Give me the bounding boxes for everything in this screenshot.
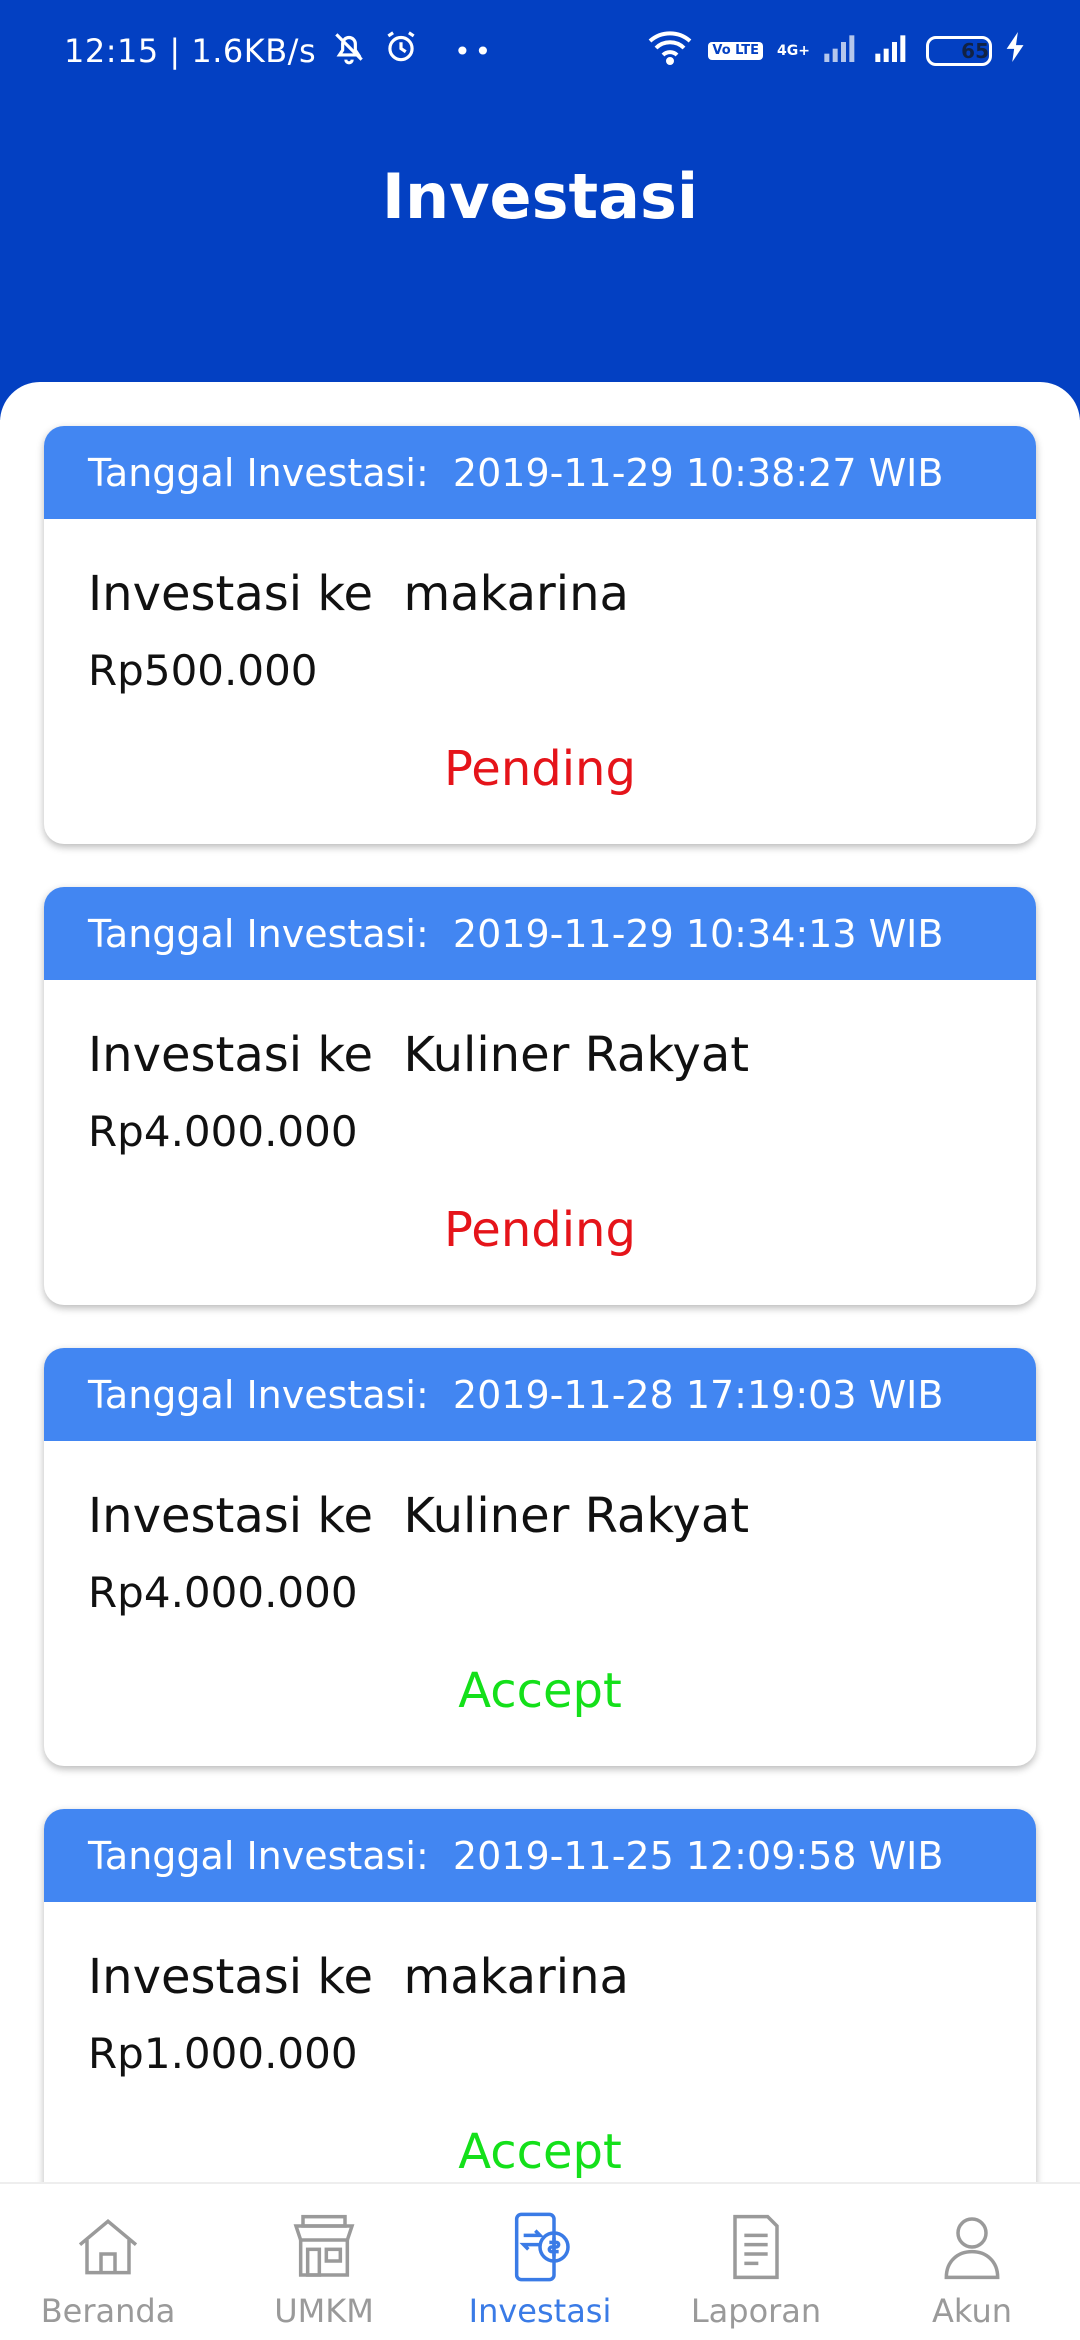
status-bar: 12:15 | 1.6KB/s •• Vo LTE 4G+ 65 — [0, 0, 1080, 100]
nav-item-beranda[interactable]: Beranda — [0, 2184, 216, 2340]
alarm-icon — [382, 28, 420, 74]
user-icon — [944, 2217, 1000, 2280]
nav-label-beranda: Beranda — [40, 2292, 176, 2330]
investment-amount: Rp4.000.000 — [88, 1568, 358, 1617]
battery-level: 65 — [961, 39, 989, 63]
investment-status: Pending — [444, 741, 636, 797]
investment-title: Investasi ke Kuliner Rakyat — [88, 1488, 750, 1544]
battery-indicator: 65 — [926, 36, 992, 66]
nav-item-akun[interactable]: Akun — [864, 2184, 1080, 2340]
wifi-icon — [646, 29, 694, 73]
investment-date: Tanggal Investasi: 2019-11-29 10:34:13 W… — [44, 887, 1036, 980]
mute-notification-icon — [330, 28, 368, 74]
nav-label-laporan: Laporan — [690, 2292, 822, 2330]
investment-title: Investasi ke Kuliner Rakyat — [88, 1027, 750, 1083]
investment-icon — [514, 2212, 570, 2282]
investment-amount: Rp500.000 — [88, 646, 318, 695]
nav-item-laporan[interactable]: Laporan — [648, 2184, 864, 2340]
investment-status: Pending — [444, 1202, 636, 1258]
investment-date: Tanggal Investasi: 2019-11-25 12:09:58 W… — [44, 1809, 1036, 1902]
report-icon — [733, 2214, 779, 2280]
investment-status: Accept — [458, 1663, 622, 1719]
page-title: Investasi — [381, 160, 699, 233]
nav-label-akun: Akun — [932, 2292, 1012, 2330]
app-header: 12:15 | 1.6KB/s •• Vo LTE 4G+ 65 Investa… — [0, 0, 1080, 420]
nav-label-investasi: Investasi — [468, 2292, 612, 2330]
investment-status: Accept — [458, 2124, 622, 2180]
bottom-navigation: Beranda UMKM Investasi Laporan Akun — [0, 2182, 1080, 2340]
investment-date: Tanggal Investasi: 2019-11-29 10:38:27 W… — [44, 426, 1036, 519]
investment-card[interactable]: Tanggal Investasi: 2019-11-25 12:09:58 W… — [44, 1809, 1036, 2182]
investment-card[interactable]: Tanggal Investasi: 2019-11-28 17:19:03 W… — [44, 1348, 1036, 1766]
nav-label-umkm: UMKM — [274, 2292, 374, 2330]
investment-card[interactable]: Tanggal Investasi: 2019-11-29 10:38:27 W… — [44, 426, 1036, 844]
investment-amount: Rp1.000.000 — [88, 2029, 358, 2078]
investment-amount: Rp4.000.000 — [88, 1107, 358, 1156]
home-icon — [78, 2219, 138, 2275]
signal-icon-sim1 — [824, 32, 858, 70]
investment-list: Tanggal Investasi: 2019-11-29 10:38:27 W… — [44, 426, 1036, 2182]
investment-title: Investasi ke makarina — [88, 1949, 629, 2005]
signal-icon-sim2 — [872, 32, 912, 70]
nav-item-investasi[interactable]: Investasi — [432, 2184, 648, 2340]
investment-date: Tanggal Investasi: 2019-11-28 17:19:03 W… — [44, 1348, 1036, 1441]
nav-item-umkm[interactable]: UMKM — [216, 2184, 432, 2340]
investment-card[interactable]: Tanggal Investasi: 2019-11-29 10:34:13 W… — [44, 887, 1036, 1305]
network-type: 4G+ — [777, 43, 810, 59]
investment-title: Investasi ke makarina — [88, 566, 629, 622]
investment-list-container[interactable]: Tanggal Investasi: 2019-11-29 10:38:27 W… — [0, 382, 1080, 2182]
store-icon — [293, 2214, 355, 2277]
status-time: 12:15 | 1.6KB/s — [64, 32, 317, 70]
notification-dots: •• — [454, 34, 496, 68]
charging-icon — [1006, 32, 1026, 70]
volte-badge: Vo LTE — [708, 42, 764, 60]
